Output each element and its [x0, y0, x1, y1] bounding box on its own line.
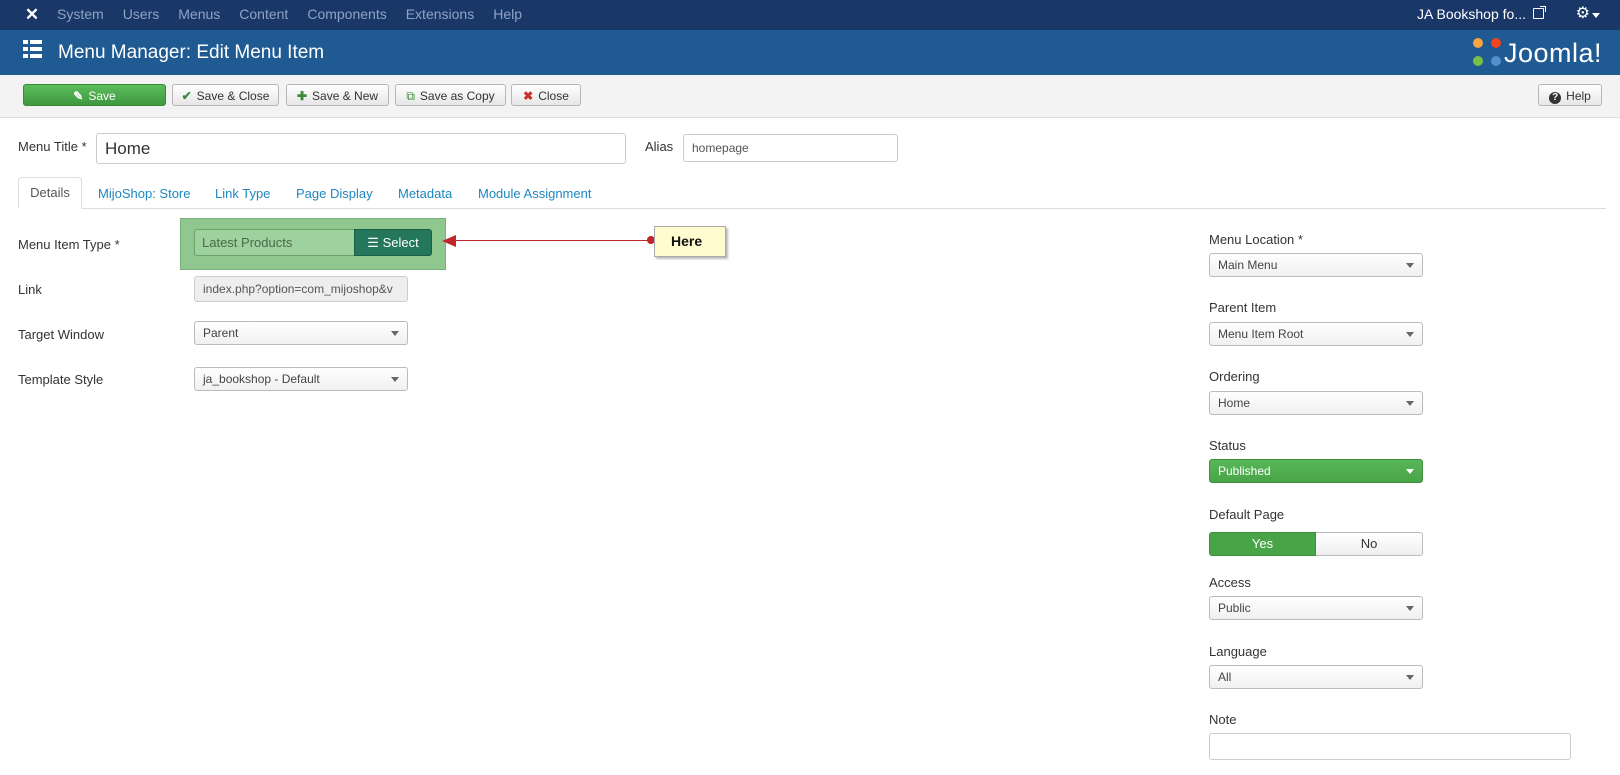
menu-item-type-field: Latest Products [194, 229, 354, 256]
target-window-value: Parent [203, 326, 239, 340]
status-label: Status [1209, 438, 1246, 453]
nav-help[interactable]: Help [493, 0, 522, 30]
status-value: Published [1218, 464, 1271, 478]
caret-down-icon [391, 331, 399, 336]
nav-system[interactable]: System [57, 0, 104, 30]
nav-menus[interactable]: Menus [178, 0, 220, 30]
caret-down-icon [1406, 469, 1414, 474]
select-button-label: Select [382, 235, 419, 250]
save-copy-button[interactable]: ⧉ Save as Copy [395, 84, 506, 106]
callout-note: Here [654, 226, 726, 257]
ordering-label: Ordering [1209, 369, 1260, 384]
caret-down-icon [1406, 401, 1414, 406]
list-icon: ☰ [367, 235, 379, 250]
caret-down-icon [391, 377, 399, 382]
caret-down-icon [1406, 263, 1414, 268]
language-value: All [1218, 670, 1232, 684]
access-label: Access [1209, 575, 1251, 590]
site-link[interactable]: JA Bookshop fo... [1417, 0, 1526, 29]
check-icon: ✔ [181, 89, 192, 103]
save-label: Save [88, 89, 116, 103]
parent-item-select[interactable]: Menu Item Root [1209, 322, 1423, 346]
page-title: Menu Manager: Edit Menu Item [58, 42, 325, 63]
status-select[interactable]: Published [1209, 459, 1423, 483]
target-window-label: Target Window [18, 327, 104, 342]
alias-label: Alias [645, 139, 674, 154]
nav-users[interactable]: Users [123, 0, 160, 30]
copy-icon: ⧉ [406, 89, 415, 103]
default-page-yes-button[interactable]: Yes [1209, 532, 1316, 556]
external-link-icon[interactable] [1533, 6, 1546, 19]
default-page-no-button[interactable]: No [1316, 532, 1423, 556]
tab-metadata[interactable]: Metadata [398, 186, 452, 202]
language-label: Language [1209, 644, 1267, 659]
save-new-button[interactable]: ✚ Save & New [286, 84, 389, 106]
save-button[interactable]: ✎ Save [23, 84, 166, 106]
nav-extensions[interactable]: Extensions [406, 0, 474, 30]
caret-down-icon [1406, 332, 1414, 337]
nav-content[interactable]: Content [239, 0, 288, 30]
edit-icon: ✎ [73, 89, 84, 103]
plus-icon: ✚ [296, 89, 308, 103]
admin-top-bar: ✕ System Users Menus Content Components … [0, 0, 1620, 30]
help-label: Help [1566, 89, 1591, 103]
joomla-logo-text: Joomla! [1503, 38, 1602, 68]
close-button[interactable]: ✖ Close [511, 84, 581, 106]
parent-item-value: Menu Item Root [1218, 327, 1304, 341]
menu-location-value: Main Menu [1218, 258, 1278, 272]
caret-down-icon [1406, 606, 1414, 611]
joomla-logo: Joomla! [1472, 33, 1602, 73]
tab-details[interactable]: Details [18, 177, 82, 209]
ordering-value: Home [1218, 396, 1251, 410]
tab-page-display[interactable]: Page Display [296, 186, 373, 202]
chevron-down-icon[interactable] [1592, 13, 1600, 18]
close-label: Close [538, 89, 569, 103]
help-icon: ? [1549, 92, 1562, 104]
nav-components[interactable]: Components [307, 0, 386, 30]
access-select[interactable]: Public [1209, 596, 1423, 620]
tab-module-assignment[interactable]: Module Assignment [478, 186, 591, 202]
select-menu-type-button[interactable]: ☰ Select [354, 229, 432, 256]
access-value: Public [1218, 601, 1251, 615]
joomla-logo-icon [1472, 38, 1501, 66]
template-style-label: Template Style [18, 372, 104, 387]
joomla-mark-icon[interactable]: ✕ [22, 5, 42, 25]
template-style-select[interactable]: ja_bookshop - Default [194, 367, 408, 391]
parent-item-label: Parent Item [1209, 300, 1277, 315]
arrow-left-icon [442, 235, 456, 247]
menu-title-label: Menu Title * [18, 139, 87, 154]
menu-title-input[interactable]: Home [96, 133, 626, 164]
target-window-select[interactable]: Parent [194, 321, 408, 345]
save-close-label: Save & Close [196, 89, 270, 103]
save-close-button[interactable]: ✔ Save & Close [172, 84, 279, 106]
menu-location-label: Menu Location * [1209, 232, 1303, 247]
callout-arrow-line [450, 240, 650, 241]
default-page-label: Default Page [1209, 507, 1285, 522]
language-select[interactable]: All [1209, 665, 1423, 689]
tabs-divider [18, 208, 1606, 209]
save-copy-label: Save as Copy [419, 89, 495, 103]
link-field: index.php?option=com_mijoshop&v [194, 276, 408, 302]
tab-link-type[interactable]: Link Type [215, 186, 270, 202]
tab-mijoshop-store[interactable]: MijoShop: Store [98, 186, 191, 202]
gear-icon[interactable]: ⚙ [1576, 4, 1590, 24]
menu-location-select[interactable]: Main Menu [1209, 253, 1423, 277]
help-button[interactable]: ? Help [1538, 84, 1602, 106]
ordering-select[interactable]: Home [1209, 391, 1423, 415]
alias-input[interactable]: homepage [683, 134, 898, 162]
save-new-label: Save & New [312, 89, 379, 103]
link-label: Link [18, 282, 42, 297]
menu-item-type-label: Menu Item Type * [18, 237, 120, 252]
template-style-value: ja_bookshop - Default [203, 372, 320, 386]
close-icon: ✖ [523, 89, 534, 103]
list-icon [23, 40, 42, 58]
admin-top-nav: System Users Menus Content Components Ex… [57, 0, 541, 30]
note-label: Note [1209, 712, 1237, 727]
note-input[interactable] [1209, 733, 1571, 760]
caret-down-icon [1406, 675, 1414, 680]
